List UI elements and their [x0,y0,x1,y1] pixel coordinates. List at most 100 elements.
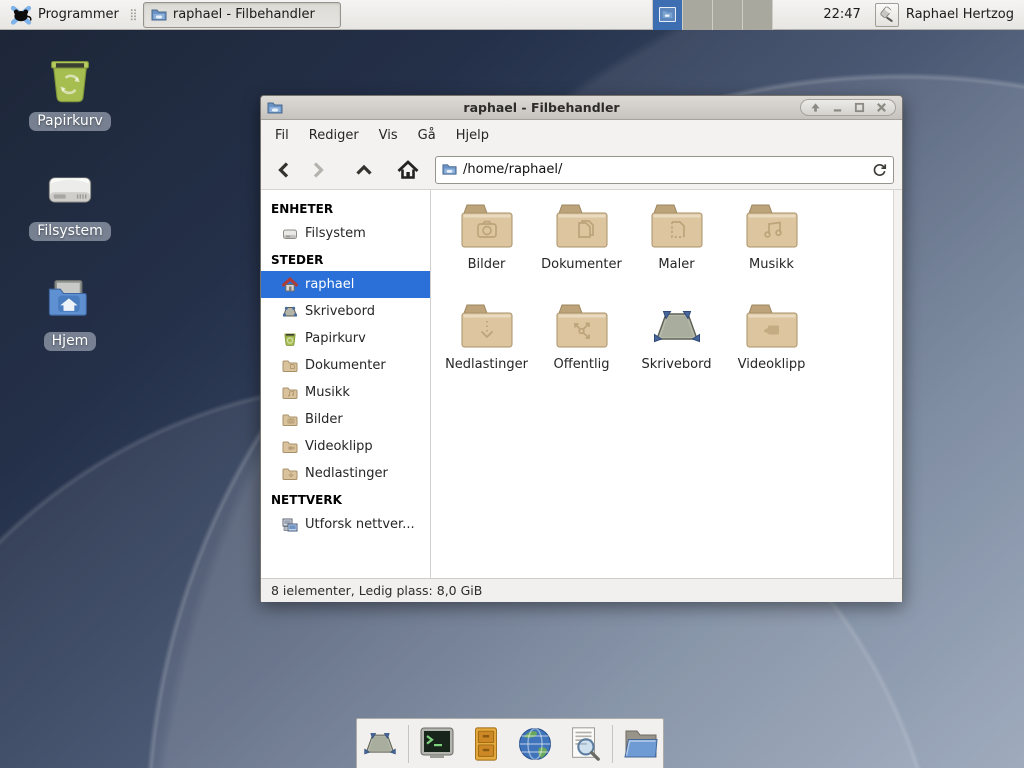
sidebar-item-label: Filsystem [305,226,366,241]
document-search-button[interactable] [563,723,605,765]
vertical-scrollbar[interactable] [893,190,902,578]
workspace-switcher [652,0,773,30]
file-item-dokumenter[interactable]: Dokumenter [534,202,629,302]
file-label: Musikk [749,257,794,272]
menu-file[interactable]: Fil [265,123,299,148]
folder-icon [621,725,661,763]
menubar: Fil Rediger Vis Gå Hjelp [261,120,902,150]
trash-icon [44,54,96,106]
menu-view[interactable]: Vis [369,123,408,148]
file-item-skrivebord[interactable]: Skrivebord [629,302,724,402]
up-button[interactable] [349,155,379,185]
file-manager-button[interactable] [620,723,662,765]
window-titlebar[interactable]: raphael - Filbehandler [261,96,902,120]
folder-icon [282,358,298,374]
forward-button[interactable] [303,155,333,185]
user-actions-button[interactable] [875,3,899,27]
file-manager-window: raphael - Filbehandler Fil Rediger Vis [260,95,903,601]
sidebar-item-label: Musikk [305,385,350,400]
sidebar-item-trash[interactable]: Papirkurv [261,325,430,352]
location-input[interactable]: /home/raphael/ [463,162,866,177]
desktop-icon-label: Papirkurv [29,112,111,131]
sidebar-item-label: Papirkurv [305,331,366,346]
folder-icon [744,202,800,252]
close-button[interactable] [875,102,887,114]
file-cabinet-icon [467,724,505,764]
show-desktop-icon [360,727,400,761]
sidebar-item-desktop[interactable]: Skrivebord [261,298,430,325]
sidebar-item-music[interactable]: Musikk [261,379,430,406]
sidebar-item-downloads[interactable]: Nedlastinger [261,460,430,487]
show-desktop-button[interactable] [359,723,401,765]
back-button[interactable] [269,155,299,185]
clock[interactable]: 22:47 [823,7,860,22]
file-item-nedlastinger[interactable]: Nedlastinger [439,302,534,402]
window-controls [800,99,896,116]
file-label: Maler [658,257,694,272]
file-item-musikk[interactable]: Musikk [724,202,819,302]
workspace-1[interactable] [653,0,683,30]
sidebar-item-label: Skrivebord [305,304,375,319]
file-item-maler[interactable]: Maler [629,202,724,302]
sidebar-item-videos[interactable]: Videoklipp [261,433,430,460]
folder-icon [459,302,515,352]
folder-icon [459,202,515,252]
sidebar-item-network[interactable]: Utforsk nettver... [261,511,430,538]
file-cabinet-button[interactable] [465,723,507,765]
sidebar-header-devices: ENHETER [261,196,430,220]
workspace-2[interactable] [683,0,713,30]
sidebar-item-label: Utforsk nettver... [305,517,415,532]
user-name: Raphael Hertzog [906,7,1024,22]
desktop-icon-home[interactable]: Hjem [22,274,118,351]
menu-edit[interactable]: Rediger [299,123,369,148]
home-icon [282,277,298,293]
file-item-offentlig[interactable]: Offentlig [534,302,629,402]
desktop-icon-trash[interactable]: Papirkurv [22,54,118,131]
desktop-icon [282,304,298,320]
applications-menu[interactable]: Programmer [6,2,123,28]
menu-help[interactable]: Hjelp [446,123,499,148]
sidebar-item-home[interactable]: raphael [261,271,430,298]
taskbar-button[interactable]: raphael - Filbehandler [143,2,341,28]
sidebar-item-documents[interactable]: Dokumenter [261,352,430,379]
sidebar-item-label: Bilder [305,412,343,427]
maximize-button[interactable] [853,102,865,114]
file-item-videoklipp[interactable]: Videoklipp [724,302,819,402]
home-button[interactable] [393,155,423,185]
minimize-button[interactable] [831,102,843,114]
sidebar-item-pictures[interactable]: Bilder [261,406,430,433]
file-label: Offentlig [554,357,610,372]
drive-icon [44,164,96,216]
dock-separator [408,725,409,763]
sidebar-item-label: Videoklipp [305,439,373,454]
desktop-icon-filesystem[interactable]: Filsystem [22,164,118,241]
desktop-icon [649,302,705,352]
toolbar: /home/raphael/ [261,150,902,190]
desktop-wallpaper: Papirkurv Filsystem Hjem [0,0,1024,768]
sidebar-item-label: Dokumenter [305,358,386,373]
workspace-3[interactable] [713,0,743,30]
xfce-logo-icon [10,4,32,26]
status-text: 8 ielementer, Ledig plass: 8,0 GiB [271,583,482,598]
web-browser-button[interactable] [514,723,556,765]
folder-icon [282,412,298,428]
top-panel: Programmer ⣿ raphael - Filbehandler 22:4… [0,0,1024,30]
taskbar-button-label: raphael - Filbehandler [173,7,315,22]
sidebar-item-label: Nedlastinger [305,466,388,481]
shade-button[interactable] [809,102,821,114]
terminal-button[interactable] [416,723,458,765]
workspace-4[interactable] [743,0,773,30]
reload-icon[interactable] [872,162,887,177]
sidebar-item-filesystem[interactable]: Filsystem [261,220,430,247]
file-label: Dokumenter [541,257,622,272]
file-view: Bilder Dokumenter [431,190,902,578]
document-search-icon [565,724,603,764]
folder-icon [151,7,167,23]
folder-icon [744,302,800,352]
file-item-bilder[interactable]: Bilder [439,202,534,302]
file-label: Videoklipp [738,357,806,372]
menu-go[interactable]: Gå [408,123,446,148]
location-bar[interactable]: /home/raphael/ [435,156,894,184]
folder-icon [649,202,705,252]
dock-separator [612,725,613,763]
